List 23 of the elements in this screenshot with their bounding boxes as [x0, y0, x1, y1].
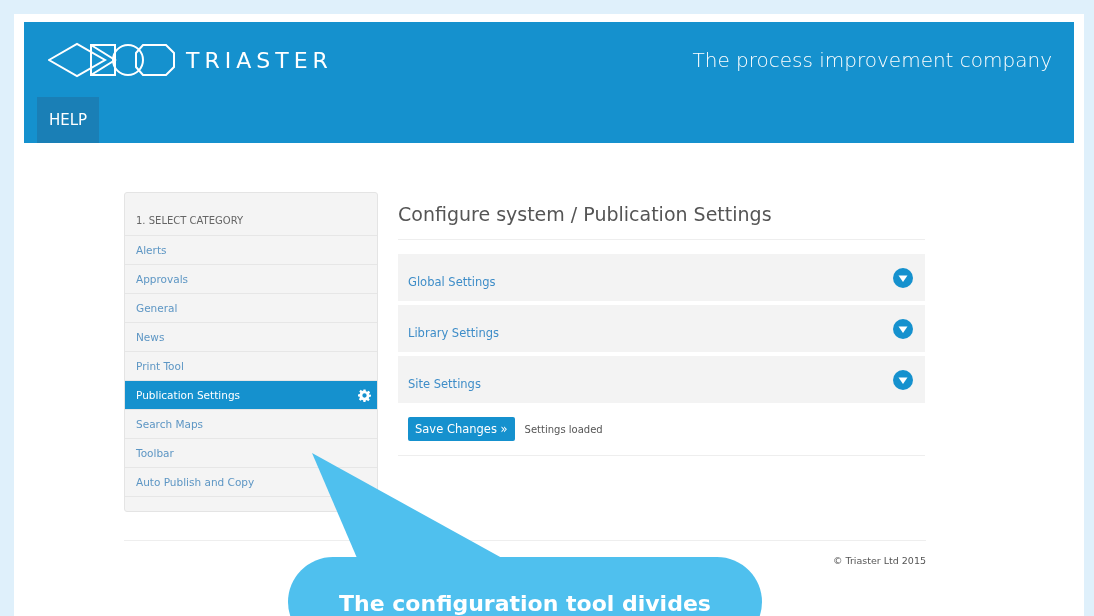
- save-button[interactable]: Save Changes »: [408, 417, 515, 441]
- category-item[interactable]: Approvals: [125, 265, 377, 294]
- category-item[interactable]: Publication Settings: [125, 381, 377, 410]
- category-item[interactable]: Alerts: [125, 236, 377, 265]
- category-item[interactable]: News: [125, 323, 377, 352]
- settings-section[interactable]: Global Settings: [398, 254, 925, 301]
- chevron-down-icon: [893, 267, 913, 288]
- callout-text: The configuration tool divides: [339, 593, 711, 616]
- brand-name: TRIASTER: [186, 47, 333, 73]
- logo-icon: [48, 42, 176, 78]
- category-item[interactable]: Search Maps: [125, 410, 377, 439]
- nav-tab[interactable]: HELP: [37, 97, 100, 143]
- copyright: © Triaster Ltd 2015: [833, 555, 926, 566]
- tagline: The process improvement company: [692, 48, 1052, 72]
- settings-section[interactable]: Library Settings: [398, 305, 925, 352]
- panel-heading: 1. SELECT CATEGORY: [125, 207, 377, 236]
- page-title: Configure system / Publication Settings: [398, 192, 925, 240]
- gear-icon: [358, 388, 371, 402]
- settings-section[interactable]: Site Settings: [398, 356, 925, 403]
- category-item[interactable]: General: [125, 294, 377, 323]
- chevron-down-icon: [893, 369, 913, 390]
- status-text: Settings loaded: [524, 423, 603, 435]
- chevron-down-icon: [893, 318, 913, 339]
